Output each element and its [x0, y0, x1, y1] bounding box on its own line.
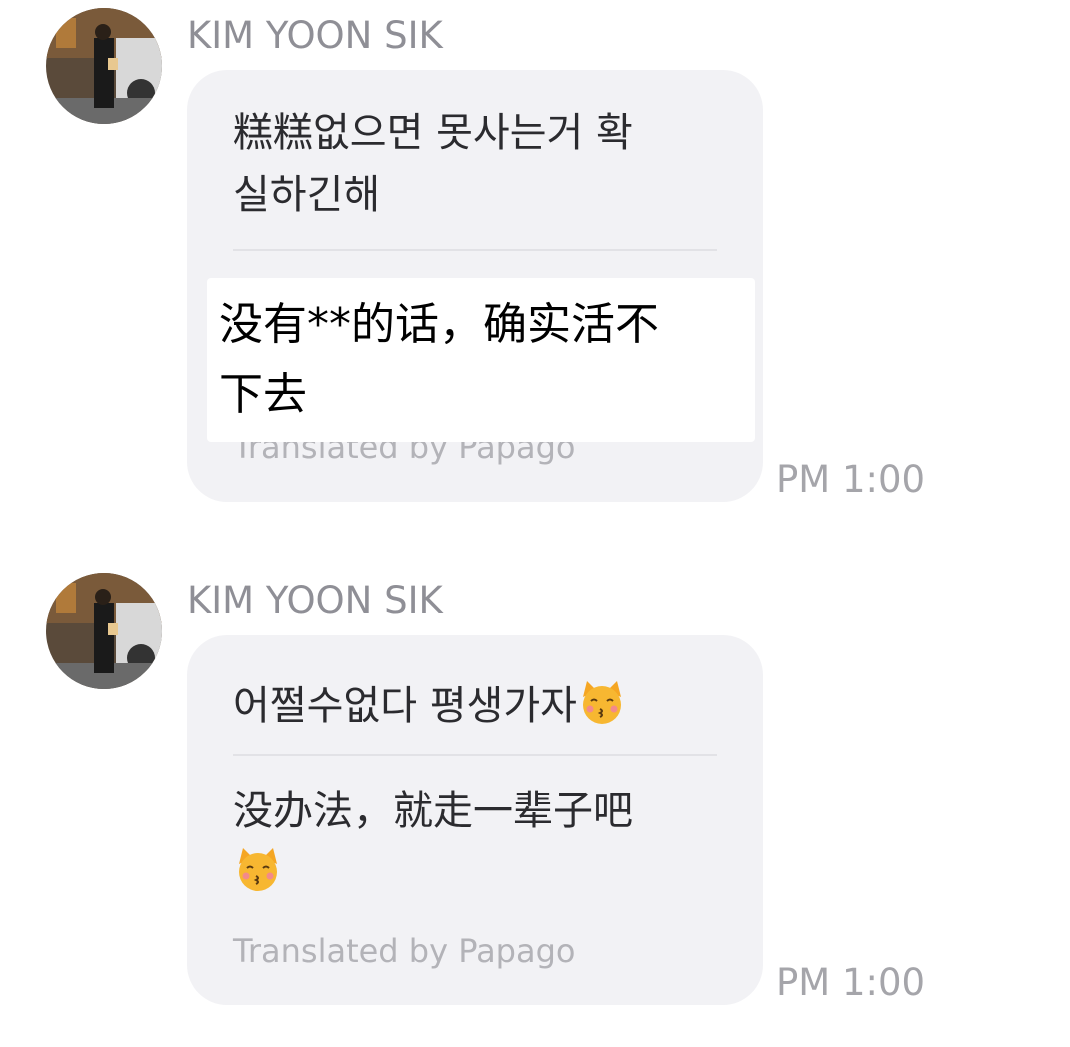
- original-text: 어쩔수없다 평생가자: [233, 675, 723, 737]
- kissing-cat-face-icon: [582, 681, 621, 724]
- sender-name: KIM YOON SIK: [187, 14, 443, 57]
- translation-emoji-line: [233, 842, 723, 904]
- translation-text: 没办法，就走一辈子吧: [233, 780, 723, 904]
- divider: [233, 249, 717, 251]
- translation-text: 没有**的话，确实活不 下去: [219, 290, 659, 430]
- original-text: 糕糕없으면 못사는거 확 실하긴해: [233, 102, 723, 226]
- original-line: 실하긴해: [233, 172, 381, 218]
- avatar-image: [46, 573, 162, 689]
- timestamp: PM 1:00: [776, 961, 926, 1004]
- sender-name: KIM YOON SIK: [187, 579, 443, 622]
- translation-line: 没办法，就走一辈子吧: [233, 788, 633, 834]
- message-bubble[interactable]: 어쩔수없다 평생가자 没办法，就走一辈子吧 Translated by Papa…: [187, 635, 763, 1005]
- avatar[interactable]: [46, 8, 162, 124]
- avatar[interactable]: [46, 573, 162, 689]
- translation-line: 下去: [219, 369, 307, 420]
- divider: [233, 754, 717, 756]
- original-line: 어쩔수없다 평생가자: [233, 683, 577, 729]
- timestamp: PM 1:00: [776, 458, 926, 501]
- kissing-cat-face-icon: [239, 848, 277, 891]
- original-line: 糕糕없으면 못사는거 확: [233, 110, 633, 156]
- translation-line: 没有**的话，确实活不: [219, 299, 659, 350]
- avatar-image: [46, 8, 162, 124]
- translation-credit: Translated by Papago: [233, 932, 576, 970]
